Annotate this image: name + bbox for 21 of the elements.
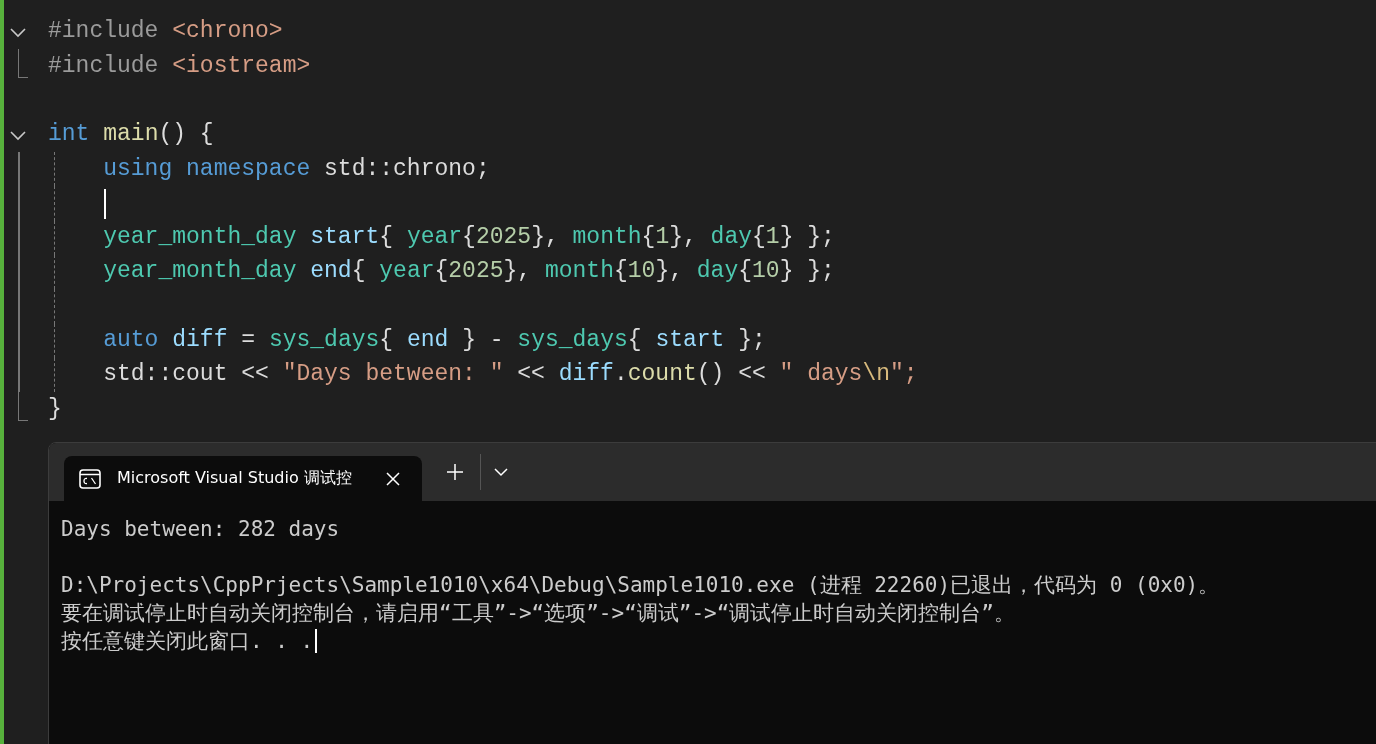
- code-line: auto diff = sys_days{ end } - sys_days{ start };: [102, 327, 766, 355]
- dropdown-chevron-icon[interactable]: [494, 467, 508, 477]
- code-line: #include <iostream>: [48, 52, 311, 81]
- code-line: int main() {: [48, 121, 214, 149]
- console-tab[interactable]: Microsoft Visual Studio 调试控: [64, 456, 422, 501]
- terminal-icon: [79, 468, 101, 489]
- collapse-chevron-icon[interactable]: [10, 130, 26, 141]
- collapse-chevron-icon[interactable]: [10, 28, 26, 38]
- console-output-line: 按任意键关闭此窗口. . .: [61, 628, 314, 655]
- code-line: using namespace std::chrono;: [102, 155, 490, 184]
- fold-guide-line: [18, 49, 28, 78]
- code-line: std::cout << "Days between: " << diff.count() << " days\n";: [102, 361, 918, 389]
- code-line: #include <chrono>: [48, 18, 283, 46]
- code-line: year_month_day start{ year{2025}, month{1}, day{1} };: [102, 224, 835, 252]
- code-line: }: [48, 395, 62, 424]
- close-icon[interactable]: [386, 471, 400, 486]
- console-output-line: D:\Projects\CppPrjects\Sample1010\x64\Debug\Sample1010.exe (进程 22260)已退出，代码为 0 (0x0)。: [61, 572, 1220, 599]
- new-tab-icon[interactable]: [446, 463, 464, 481]
- code-line: year_month_day end{ year{2025}, month{10}, day{10} };: [102, 258, 835, 286]
- console-output-line: 要在调试停止时自动关闭控制台，请启用“工具”->“选项”->“调试”->“调试停止时自动关闭控制台”。: [61, 600, 1015, 627]
- console-output-line: Days between: 282 days: [61, 516, 340, 543]
